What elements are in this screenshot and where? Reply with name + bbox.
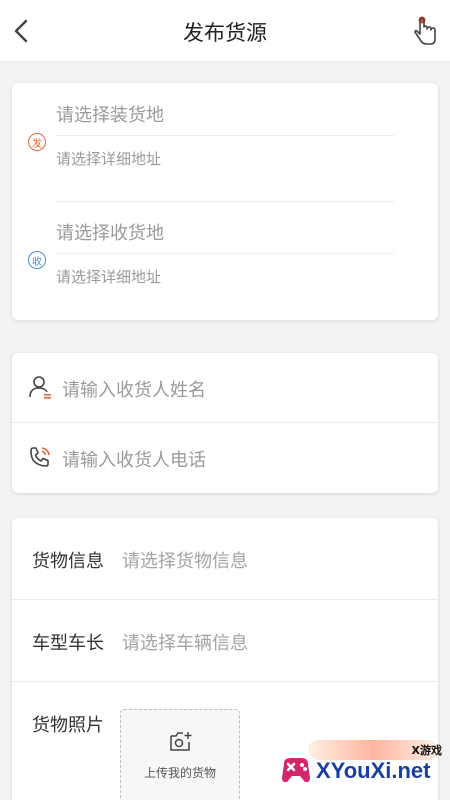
receiver-phone-row[interactable]: 请输入收货人电话 <box>12 423 438 493</box>
watermark-top-text: X游戏 <box>411 744 442 757</box>
hand-pointer-icon[interactable] <box>412 14 438 46</box>
watermark-text: XYouXi.net <box>316 758 431 783</box>
cargo-photo-label: 货物照片 <box>32 715 104 736</box>
vehicle-info-label: 车型车长 <box>32 633 104 654</box>
receiver-phone-input[interactable]: 请输入收货人电话 <box>62 446 206 472</box>
watermark: X游戏 XYouXi.net <box>278 738 448 798</box>
divider <box>12 681 438 682</box>
divider <box>56 135 394 136</box>
gamepad-logo-icon <box>282 758 310 783</box>
phone-icon <box>30 447 50 467</box>
add-photo-icon <box>170 732 192 751</box>
unloading-detail-address-selector[interactable]: 请选择详细地址 <box>56 266 161 287</box>
cargo-info-label: 货物信息 <box>32 551 104 572</box>
divider <box>56 253 394 254</box>
page-title: 发布货源 <box>183 21 267 45</box>
loading-place-selector[interactable]: 请选择装货地 <box>56 101 164 127</box>
send-badge-icon: 发 <box>28 133 46 151</box>
upload-label: 上传我的货物 <box>143 766 216 780</box>
top-bar: 发布货源 <box>0 0 450 62</box>
unloading-place-selector[interactable]: 请选择收货地 <box>56 219 164 245</box>
person-icon <box>29 376 51 399</box>
cargo-info-selector[interactable]: 请选择货物信息 <box>122 547 248 573</box>
unloading-address-section: 收 请选择收货地 请选择详细地址 <box>12 201 438 319</box>
vehicle-info-row[interactable]: 车型车长 请选择车辆信息 <box>12 600 438 682</box>
receiver-card: 请输入收货人姓名 请输入收货人电话 <box>12 353 438 493</box>
vehicle-info-selector[interactable]: 请选择车辆信息 <box>122 629 248 655</box>
receiver-name-row[interactable]: 请输入收货人姓名 <box>12 353 438 423</box>
loading-detail-address-selector[interactable]: 请选择详细地址 <box>56 148 161 169</box>
receiver-name-input[interactable]: 请输入收货人姓名 <box>62 376 206 402</box>
route-card: 发 请选择装货地 请选择详细地址 收 请选择收货地 请选择详细地址 <box>12 83 438 320</box>
loading-address-section: 发 请选择装货地 请选择详细地址 <box>12 83 438 201</box>
cargo-info-row[interactable]: 货物信息 请选择货物信息 <box>12 518 438 600</box>
receive-badge-icon: 收 <box>28 251 46 269</box>
upload-cargo-photo-button[interactable]: 上传我的货物 <box>120 709 240 800</box>
